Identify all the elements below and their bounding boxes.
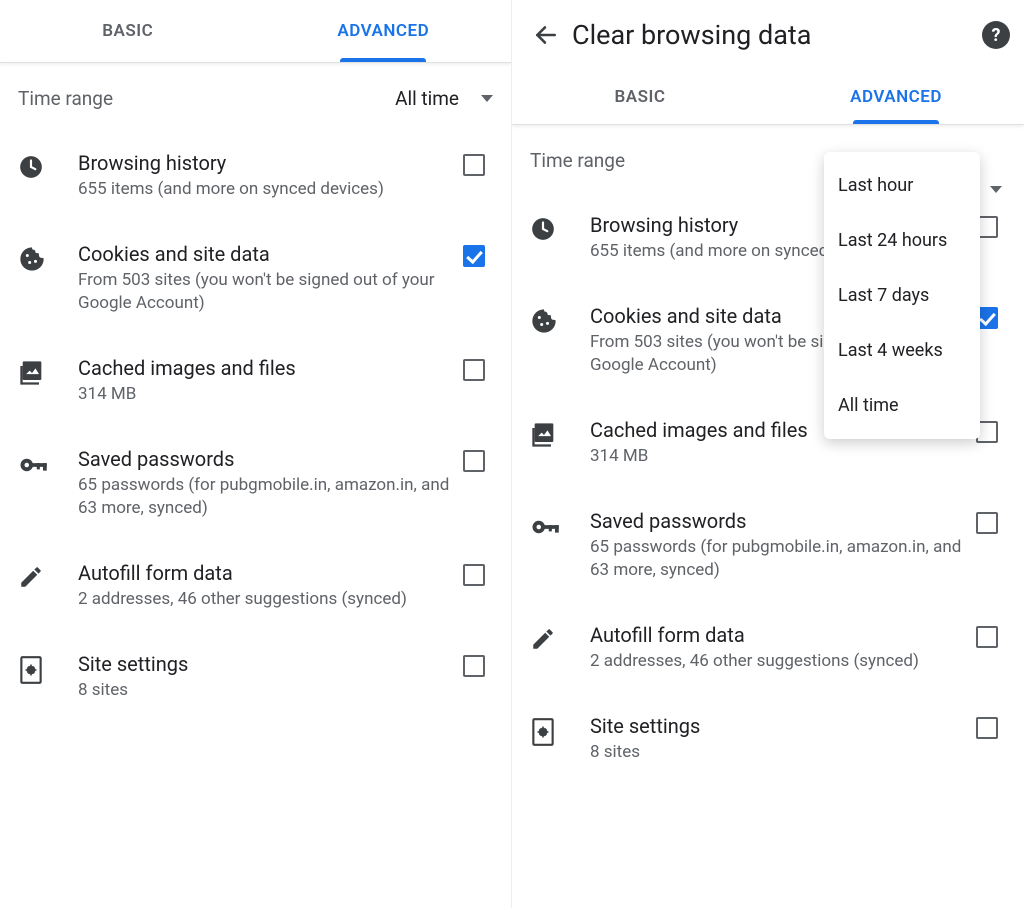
checkbox[interactable] bbox=[976, 626, 998, 648]
item-title: Autofill form data bbox=[590, 622, 964, 648]
tabs: BASIC ADVANCED bbox=[512, 70, 1024, 125]
dropdown-option[interactable]: Last hour bbox=[824, 158, 980, 213]
right-panel: Clear browsing data ? BASIC ADVANCED Tim… bbox=[512, 0, 1024, 908]
clock-icon bbox=[18, 150, 78, 180]
tab-advanced[interactable]: ADVANCED bbox=[256, 0, 512, 62]
checkbox[interactable] bbox=[976, 717, 998, 739]
dropdown-option[interactable]: Last 4 weeks bbox=[824, 323, 980, 378]
item-title: Cached images and files bbox=[78, 355, 451, 381]
left-panel: BASIC ADVANCED Time range All time Brows… bbox=[0, 0, 512, 908]
item-sub: 314 MB bbox=[78, 383, 451, 406]
item-autofill[interactable]: Autofill form data 2 addresses, 46 other… bbox=[512, 602, 1024, 693]
clock-icon bbox=[530, 212, 590, 242]
item-autofill[interactable]: Autofill form data 2 addresses, 46 other… bbox=[0, 540, 511, 631]
item-site-settings[interactable]: Site settings 8 sites bbox=[0, 631, 511, 722]
settings-page-icon bbox=[18, 651, 78, 685]
checkbox[interactable] bbox=[463, 450, 485, 472]
key-icon bbox=[18, 446, 78, 480]
item-browsing-history[interactable]: Browsing history 655 items (and more on … bbox=[0, 130, 511, 221]
checkbox[interactable] bbox=[463, 154, 485, 176]
cookie-icon bbox=[18, 241, 78, 273]
key-icon bbox=[530, 508, 590, 542]
page-title: Clear browsing data bbox=[572, 19, 982, 51]
chevron-down-icon bbox=[481, 95, 493, 102]
cookie-icon bbox=[530, 303, 590, 335]
time-range-label: Time range bbox=[18, 87, 395, 110]
time-range-dropdown: Last hour Last 24 hours Last 7 days Last… bbox=[824, 152, 980, 439]
dropdown-option[interactable]: Last 7 days bbox=[824, 268, 980, 323]
item-passwords[interactable]: Saved passwords 65 passwords (for pubgmo… bbox=[0, 426, 511, 540]
item-title: Browsing history bbox=[78, 150, 451, 176]
item-title: Cookies and site data bbox=[78, 241, 451, 267]
app-bar: Clear browsing data ? bbox=[512, 0, 1024, 70]
checkbox[interactable] bbox=[463, 564, 485, 586]
item-title: Saved passwords bbox=[590, 508, 964, 534]
checkbox[interactable] bbox=[463, 359, 485, 381]
checkbox[interactable] bbox=[976, 512, 998, 534]
tab-basic[interactable]: BASIC bbox=[512, 70, 768, 124]
checkbox[interactable] bbox=[463, 655, 485, 677]
checkbox[interactable] bbox=[463, 245, 485, 267]
help-button[interactable]: ? bbox=[982, 21, 1010, 49]
dropdown-option[interactable]: All time bbox=[824, 378, 980, 433]
item-sub: 655 items (and more on synced devices) bbox=[78, 178, 451, 201]
tab-advanced[interactable]: ADVANCED bbox=[768, 70, 1024, 124]
back-button[interactable] bbox=[526, 15, 566, 55]
dropdown-option[interactable]: Last 24 hours bbox=[824, 213, 980, 268]
image-icon bbox=[18, 355, 78, 387]
item-sub: 2 addresses, 46 other suggestions (synce… bbox=[78, 588, 451, 611]
item-sub: 314 MB bbox=[590, 445, 964, 468]
item-title: Site settings bbox=[590, 713, 964, 739]
item-sub: From 503 sites (you won't be signed out … bbox=[78, 269, 451, 315]
item-title: Saved passwords bbox=[78, 446, 451, 472]
pencil-icon bbox=[530, 622, 590, 652]
tab-basic[interactable]: BASIC bbox=[0, 0, 256, 62]
item-sub: 8 sites bbox=[78, 679, 451, 702]
item-sub: 8 sites bbox=[590, 741, 964, 764]
item-sub: 2 addresses, 46 other suggestions (synce… bbox=[590, 650, 964, 673]
item-passwords[interactable]: Saved passwords 65 passwords (for pubgmo… bbox=[512, 488, 1024, 602]
item-sub: 65 passwords (for pubgmobile.in, amazon.… bbox=[590, 536, 964, 582]
item-site-settings[interactable]: Site settings 8 sites bbox=[512, 693, 1024, 784]
time-range-value: All time bbox=[395, 87, 459, 110]
time-range-row[interactable]: Time range All time bbox=[0, 63, 511, 130]
settings-page-icon bbox=[530, 713, 590, 747]
item-title: Autofill form data bbox=[78, 560, 451, 586]
item-title: Site settings bbox=[78, 651, 451, 677]
item-cookies[interactable]: Cookies and site data From 503 sites (yo… bbox=[0, 221, 511, 335]
tabs: BASIC ADVANCED bbox=[0, 0, 511, 63]
image-icon bbox=[530, 417, 590, 449]
chevron-down-icon bbox=[990, 186, 1002, 193]
item-cached[interactable]: Cached images and files 314 MB bbox=[0, 335, 511, 426]
item-sub: 65 passwords (for pubgmobile.in, amazon.… bbox=[78, 474, 451, 520]
pencil-icon bbox=[18, 560, 78, 590]
